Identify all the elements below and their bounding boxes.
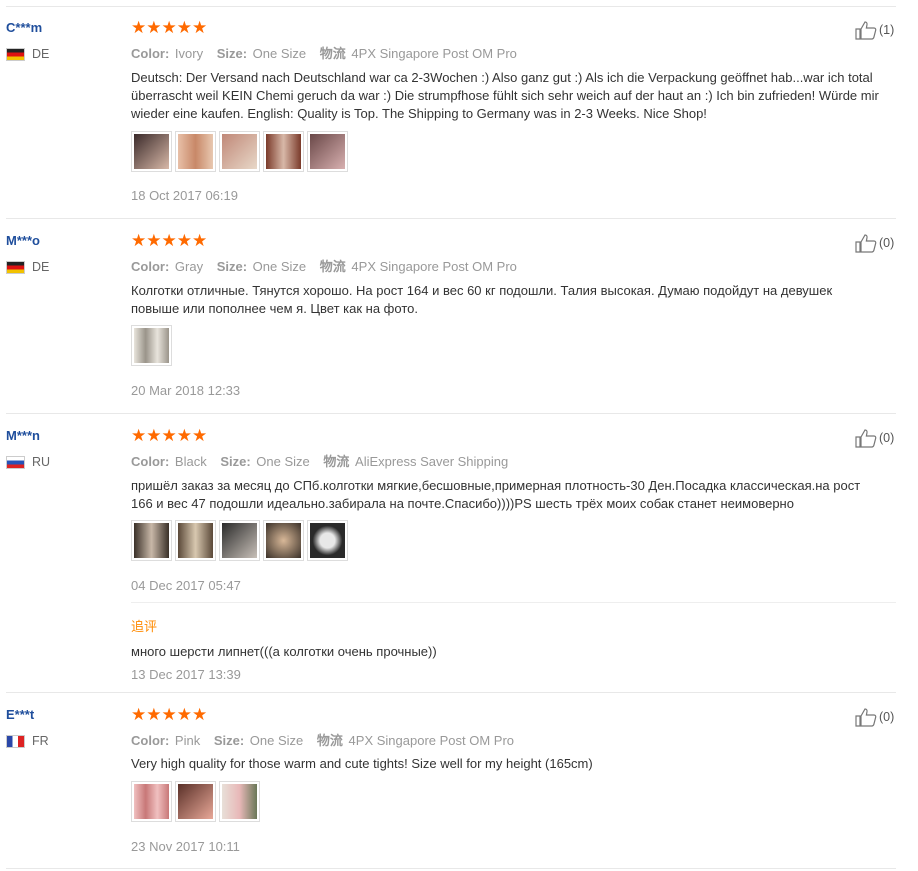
flag-icon <box>6 734 25 748</box>
thumbs-up-icon <box>855 429 877 448</box>
divider <box>131 602 896 603</box>
review-date: 20 Mar 2018 12:33 <box>131 383 241 398</box>
product-attributes: Color: Pink Size: One Size 物流 4PX Singap… <box>131 730 514 749</box>
star-rating: ★★★★★ <box>131 18 208 37</box>
review-photo[interactable] <box>175 781 216 822</box>
divider <box>6 413 896 414</box>
country-code: DE <box>32 47 50 61</box>
divider <box>6 6 896 7</box>
review-photo[interactable] <box>175 520 216 561</box>
flag-icon <box>6 455 25 469</box>
review-photo[interactable] <box>219 131 260 172</box>
reviewer-country: DE <box>6 47 49 61</box>
size-label: Size: <box>220 454 251 469</box>
helpful-button[interactable]: (0) <box>855 707 894 727</box>
review-photos <box>131 781 260 822</box>
review-photos <box>131 325 172 366</box>
country-code: FR <box>32 734 49 748</box>
shipping-value: AliExpress Saver Shipping <box>355 454 509 469</box>
size-value: One Size <box>256 454 310 469</box>
star-rating: ★★★★★ <box>131 705 208 724</box>
star-rating: ★★★★★ <box>131 231 208 250</box>
review-date: 23 Nov 2017 10:11 <box>131 839 240 854</box>
logistics-label: 物流 <box>323 454 350 469</box>
helpful-count: (0) <box>879 236 895 250</box>
size-value: One Size <box>249 733 304 748</box>
logistics-label: 物流 <box>319 259 346 274</box>
color-value: Ivory <box>174 46 204 61</box>
thumbs-up-icon <box>855 708 877 727</box>
logistics-label: 物流 <box>316 733 343 748</box>
flag-icon <box>6 260 25 274</box>
review-photo[interactable] <box>219 781 260 822</box>
reviewer-name[interactable]: C***m <box>6 20 42 35</box>
product-attributes: Color: Black Size: One Size 物流 AliExpres… <box>131 451 508 470</box>
logistics-label: 物流 <box>319 46 346 61</box>
helpful-count: (0) <box>879 710 895 724</box>
shipping-value: 4PX Singapore Post OM Pro <box>348 733 515 748</box>
color-label: Color: <box>131 46 170 61</box>
followup-text: много шерсти липнет(((а колготки очень п… <box>131 644 437 659</box>
reviewer-name[interactable]: M***n <box>6 428 40 443</box>
review-photos <box>131 520 348 561</box>
review-photo[interactable] <box>131 131 172 172</box>
color-label: Color: <box>131 259 170 274</box>
thumbs-up-icon <box>855 21 877 40</box>
color-label: Color: <box>131 733 170 748</box>
helpful-button[interactable]: (0) <box>855 428 894 448</box>
product-attributes: Color: Gray Size: One Size 物流 4PX Singap… <box>131 256 517 275</box>
country-code: RU <box>32 455 51 469</box>
divider <box>6 218 896 219</box>
review-photo[interactable] <box>175 131 216 172</box>
reviewer-country: FR <box>6 734 49 748</box>
size-label: Size: <box>216 46 248 61</box>
size-value: One Size <box>252 259 307 274</box>
size-value: One Size <box>252 46 307 61</box>
followup-label: 追评 <box>131 619 158 634</box>
review-photo[interactable] <box>263 520 304 561</box>
review-photo[interactable] <box>307 520 348 561</box>
shipping-value: 4PX Singapore Post OM Pro <box>351 259 517 274</box>
review-date: 18 Oct 2017 06:19 <box>131 188 238 203</box>
star-rating: ★★★★★ <box>131 426 208 445</box>
reviewer-country: DE <box>6 260 49 274</box>
review-photo[interactable] <box>131 325 172 366</box>
followup-date: 13 Dec 2017 13:39 <box>131 667 241 682</box>
review-photo[interactable] <box>263 131 304 172</box>
review-text: пришёл заказ за месяц до СПб.колготки мя… <box>131 478 861 511</box>
product-attributes: Color: Ivory Size: One Size 物流 4PX Singa… <box>131 43 517 62</box>
reviewer-name[interactable]: E***t <box>6 707 34 722</box>
color-value: Pink <box>174 733 201 748</box>
reviewer-name[interactable]: M***o <box>6 233 40 248</box>
color-label: Color: <box>131 454 170 469</box>
shipping-value: 4PX Singapore Post OM Pro <box>351 46 517 61</box>
review-photo[interactable] <box>307 131 348 172</box>
review-photos <box>131 131 348 172</box>
review-photo[interactable] <box>131 520 172 561</box>
review-date: 04 Dec 2017 05:47 <box>131 578 241 593</box>
thumbs-up-icon <box>855 234 877 253</box>
color-value: Gray <box>174 259 204 274</box>
helpful-count: (0) <box>879 431 895 445</box>
country-code: DE <box>32 260 50 274</box>
review-text: Deutsch: Der Versand nach Deutschland wa… <box>131 70 879 121</box>
flag-icon <box>6 47 25 61</box>
size-label: Size: <box>213 733 245 748</box>
reviewer-country: RU <box>6 455 50 469</box>
review-text: Very high quality for those warm and cut… <box>131 756 593 771</box>
review-photo[interactable] <box>219 520 260 561</box>
helpful-button[interactable]: (0) <box>855 233 894 253</box>
size-label: Size: <box>216 259 248 274</box>
divider <box>6 692 896 693</box>
color-value: Black <box>174 454 207 469</box>
divider <box>6 868 896 869</box>
review-text: Колготки отличные. Тянутся хорошо. На ро… <box>131 283 833 316</box>
helpful-button[interactable]: (1) <box>855 20 894 40</box>
review-photo[interactable] <box>131 781 172 822</box>
helpful-count: (1) <box>879 23 895 37</box>
